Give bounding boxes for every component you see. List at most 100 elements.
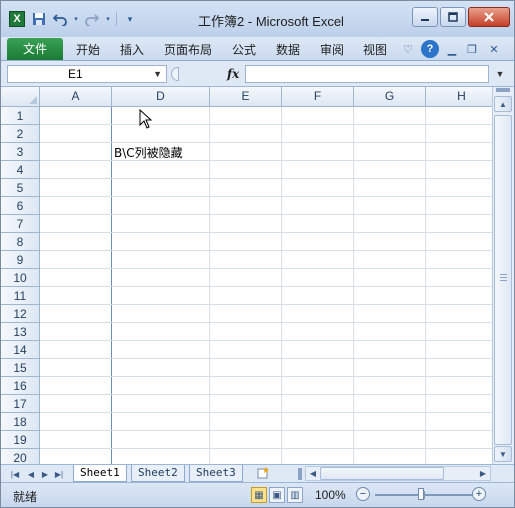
workbook-minimize-icon[interactable]: ▁ [443, 40, 461, 58]
horizontal-split-handle[interactable] [298, 468, 302, 480]
column-header-g[interactable]: G [354, 87, 426, 107]
ribbon-minimize-icon[interactable]: ♡ [399, 40, 417, 58]
zoom-slider-thumb[interactable] [418, 488, 424, 500]
undo-dropdown-icon[interactable]: ▾ [73, 11, 79, 27]
scroll-right-button[interactable]: ▶ [476, 467, 490, 480]
zoom-slider-track[interactable] [375, 494, 475, 496]
workbook-restore-icon[interactable]: ❐ [463, 40, 481, 58]
quick-access-toolbar: ▾ ▾ ▾ [31, 11, 138, 27]
row-gridline [40, 358, 492, 359]
tab-review[interactable]: 审阅 [320, 41, 344, 58]
customize-qat-icon[interactable]: ▾ [122, 11, 138, 27]
expand-formula-bar-icon[interactable]: ▼ [492, 66, 508, 82]
zoom-slider-center-mark [424, 491, 425, 499]
insert-sheet-icon[interactable] [255, 466, 271, 480]
tab-file[interactable]: 文件 [7, 38, 63, 60]
row-header[interactable]: 12 [1, 305, 40, 323]
row-header[interactable]: 19 [1, 431, 40, 449]
row-header[interactable]: 11 [1, 287, 40, 305]
scroll-left-button[interactable]: ◀ [306, 467, 320, 480]
formula-divider-handle[interactable] [171, 67, 179, 81]
horizontal-scrollbar[interactable]: ◀ ▶ [305, 466, 491, 481]
formula-input[interactable] [245, 65, 489, 83]
cell-d3[interactable]: B\C列被隐藏 [114, 144, 183, 161]
normal-view-icon[interactable]: ▦ [251, 487, 267, 503]
sheet-tabs-bar: |◀ ◀ ▶ ▶| Sheet1 Sheet2 Sheet3 ◀ ▶ [1, 464, 514, 482]
prev-sheet-icon[interactable]: ◀ [25, 468, 37, 480]
insert-function-icon[interactable]: fx [227, 67, 239, 81]
row-header[interactable]: 17 [1, 395, 40, 413]
row-gridline [40, 142, 492, 143]
row-header[interactable]: 7 [1, 215, 40, 233]
column-header-h[interactable]: H [426, 87, 492, 107]
scroll-up-button[interactable]: ▲ [494, 96, 512, 112]
tab-home[interactable]: 开始 [76, 41, 100, 58]
column-header-e[interactable]: E [210, 87, 282, 107]
row-header[interactable]: 10 [1, 269, 40, 287]
vertical-scroll-thumb[interactable] [494, 115, 512, 445]
tab-data[interactable]: 数据 [276, 41, 300, 58]
page-break-preview-icon[interactable]: ▥ [287, 487, 303, 503]
column-header-f[interactable]: F [282, 87, 354, 107]
row-header[interactable]: 18 [1, 413, 40, 431]
row-header[interactable]: 16 [1, 377, 40, 395]
horizontal-scroll-thumb[interactable] [320, 467, 444, 480]
restore-button[interactable] [440, 7, 466, 27]
row-header[interactable]: 20 [1, 449, 40, 464]
row-header[interactable]: 13 [1, 323, 40, 341]
help-icon[interactable]: ? [421, 40, 439, 58]
row-gridline [40, 178, 492, 179]
undo-icon[interactable] [52, 11, 68, 27]
mouse-cursor-icon [139, 109, 153, 129]
excel-logo-icon[interactable]: X [9, 11, 25, 27]
redo-dropdown-icon[interactable]: ▾ [105, 11, 111, 27]
redo-icon[interactable] [84, 11, 100, 27]
formula-bar: E1 ▼ fx ▼ [1, 61, 514, 87]
vertical-split-handle[interactable] [496, 88, 510, 92]
row-gridline [40, 394, 492, 395]
zoom-level[interactable]: 100% [315, 488, 346, 502]
row-header[interactable]: 15 [1, 359, 40, 377]
row-header[interactable]: 2 [1, 125, 40, 143]
workbook-close-icon[interactable]: ✕ [485, 40, 503, 58]
save-icon[interactable] [31, 11, 47, 27]
vertical-scrollbar[interactable]: ▲ ▼ [492, 87, 514, 464]
fx-label: fx [227, 67, 240, 81]
tab-view[interactable]: 视图 [363, 41, 387, 58]
row-header[interactable]: 5 [1, 179, 40, 197]
select-all-corner[interactable] [1, 87, 40, 107]
name-box-dropdown-icon[interactable]: ▼ [153, 66, 162, 82]
tab-formulas[interactable]: 公式 [232, 41, 256, 58]
row-header[interactable]: 9 [1, 251, 40, 269]
worksheet-grid[interactable]: A D E F G H 1 2 3 4 5 6 7 8 9 10 11 12 13 14 15 16 17 18 1… [1, 87, 492, 464]
column-header-a[interactable]: A [40, 87, 112, 107]
minimize-button[interactable] [412, 7, 438, 27]
sheet-tab-sheet2[interactable]: Sheet2 [131, 465, 185, 482]
zoom-out-button[interactable]: − [356, 487, 370, 501]
row-gridline [40, 376, 492, 377]
column-header-d[interactable]: D [112, 87, 210, 107]
row-header[interactable]: 4 [1, 161, 40, 179]
close-button[interactable] [468, 7, 510, 27]
row-gridline [40, 250, 492, 251]
row-gridline [40, 232, 492, 233]
row-header[interactable]: 3 [1, 143, 40, 161]
tab-insert[interactable]: 插入 [120, 41, 144, 58]
last-sheet-icon[interactable]: ▶| [53, 468, 65, 480]
name-box[interactable]: E1 ▼ [7, 65, 167, 83]
sheet-tab-sheet1[interactable]: Sheet1 [73, 465, 127, 482]
row-gridline [40, 448, 492, 449]
tab-page-layout[interactable]: 页面布局 [164, 41, 212, 58]
scroll-down-button[interactable]: ▼ [494, 446, 512, 462]
row-header[interactable]: 1 [1, 107, 40, 125]
row-header[interactable]: 6 [1, 197, 40, 215]
status-text: 就绪 [13, 490, 38, 504]
row-header[interactable]: 14 [1, 341, 40, 359]
row-header[interactable]: 8 [1, 233, 40, 251]
zoom-in-button[interactable]: + [472, 487, 486, 501]
window-controls [412, 7, 510, 27]
page-layout-view-icon[interactable]: ▣ [269, 487, 285, 503]
first-sheet-icon[interactable]: |◀ [9, 468, 21, 480]
next-sheet-icon[interactable]: ▶ [39, 468, 51, 480]
sheet-tab-sheet3[interactable]: Sheet3 [189, 465, 243, 482]
